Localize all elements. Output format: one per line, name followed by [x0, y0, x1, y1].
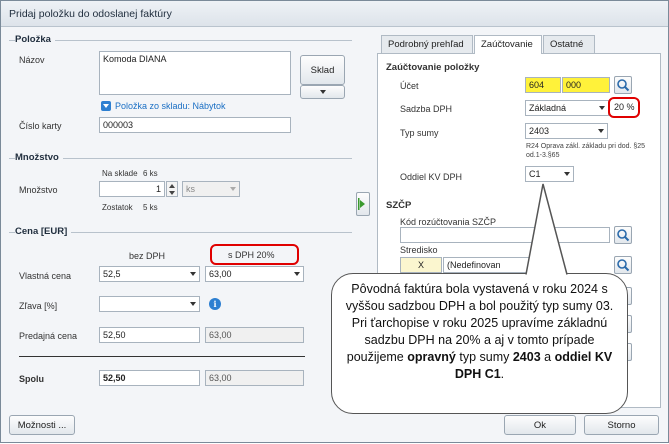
callout-pointer — [525, 183, 568, 279]
dialog-window: Pridaj položku do odoslanej faktúry Polo… — [0, 0, 669, 443]
